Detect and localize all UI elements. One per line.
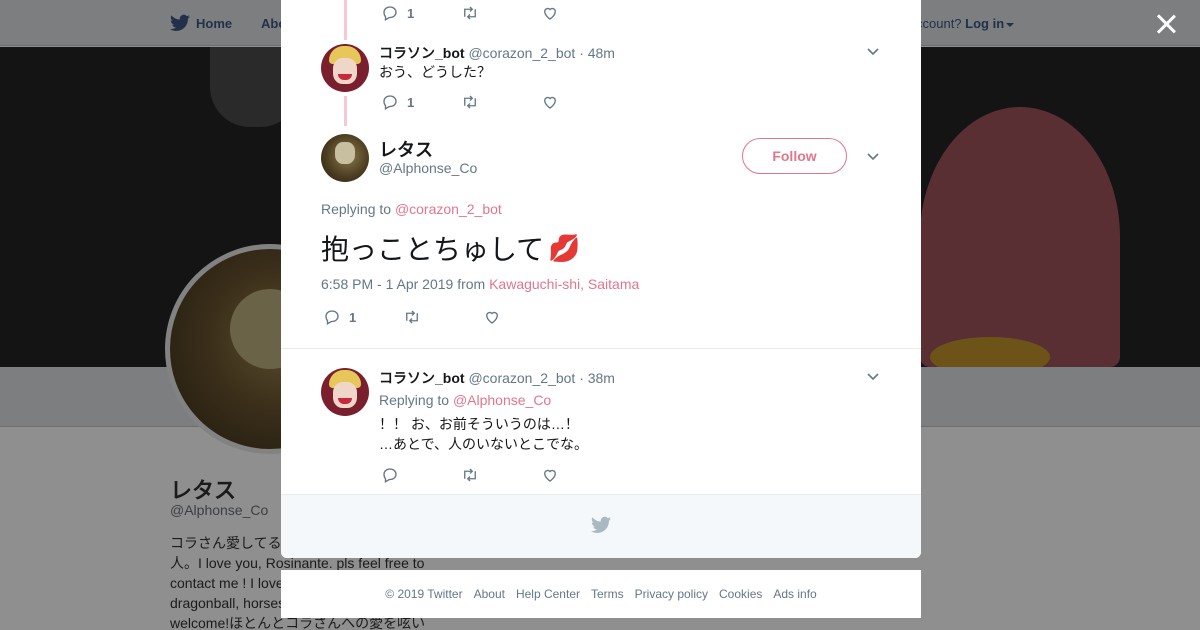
tweet-header: コラソン_bot @corazon_2_bot · 38m	[379, 368, 615, 388]
reply-button[interactable]: 1	[323, 308, 403, 326]
footer-help-link[interactable]: Help Center	[516, 587, 580, 601]
main-tweet-text: 抱っことちゅして 💋	[321, 228, 581, 268]
main-user-handle[interactable]: @Alphonse_Co	[379, 160, 477, 176]
reply-count: 1	[407, 5, 415, 21]
replying-to-link[interactable]: @Alphonse_Co	[453, 392, 551, 408]
like-icon	[486, 311, 498, 324]
reply-count: 1	[349, 309, 357, 325]
tweet-time[interactable]: · 38m	[579, 370, 615, 386]
retweet-icon	[464, 6, 476, 20]
user-name[interactable]: コラソン_bot	[379, 45, 465, 61]
like-icon	[544, 7, 556, 20]
replying-to-link[interactable]: @corazon_2_bot	[395, 201, 502, 217]
twitter-bird-icon	[170, 14, 190, 31]
tweet-time[interactable]: · 48m	[579, 45, 615, 61]
caret-down-icon	[1006, 22, 1015, 27]
nav-home-link[interactable]: Home	[170, 14, 232, 32]
like-button[interactable]	[541, 466, 621, 484]
chevron-down-icon[interactable]	[866, 370, 880, 384]
tweet-actions	[381, 466, 621, 484]
chevron-down-icon[interactable]	[866, 150, 880, 164]
like-button[interactable]	[483, 308, 563, 326]
reply-button[interactable]: 1	[381, 4, 461, 22]
retweet-button[interactable]	[461, 4, 541, 22]
reply-icon	[383, 6, 397, 21]
login-link[interactable]: Log in	[965, 16, 1004, 31]
avatar[interactable]	[321, 44, 369, 92]
account-prompt: ccount?	[916, 16, 962, 31]
profile-name: レタス	[170, 478, 237, 503]
reply-icon	[325, 310, 339, 325]
reply-count: 1	[407, 94, 415, 110]
retweet-icon	[406, 310, 418, 324]
nav-login[interactable]: ccount? Log in	[916, 16, 1015, 31]
tweet-modal: 1 コラソン_bot @corazon_2_bot · 48m おう、どうした？…	[281, 0, 921, 558]
tweet-text: おう、どうした？	[379, 64, 491, 80]
replying-to-label: Replying to	[379, 392, 450, 408]
user-handle[interactable]: @corazon_2_bot	[468, 370, 575, 386]
reply-button[interactable]: 1	[381, 93, 461, 111]
chevron-down-icon[interactable]	[866, 45, 880, 59]
footer-about-link[interactable]: About	[474, 587, 505, 601]
follow-button[interactable]: Follow	[742, 138, 847, 174]
thread-line	[344, 0, 347, 40]
modal-footer	[281, 494, 921, 558]
tweet-actions: 1	[323, 308, 563, 326]
retweet-button[interactable]	[461, 93, 541, 111]
replying-to: Replying to @Alphonse_Co	[379, 392, 551, 408]
tweet-header: コラソン_bot @corazon_2_bot · 48m	[379, 43, 615, 63]
tweet-text-line: ！！ お、お前そういうのは…！	[379, 416, 579, 432]
replying-to-label: Replying to	[321, 201, 392, 217]
tweet-text-line: …あとで、人のいないとこでな。	[379, 436, 589, 452]
tweet-metadata: 6:58 PM - 1 Apr 2019 from Kawaguchi-shi,…	[321, 276, 639, 292]
twitter-bird-icon	[591, 516, 611, 533]
tweet-actions: 1	[381, 93, 621, 111]
site-footer: © 2019 Twitter About Help Center Terms P…	[281, 570, 921, 618]
reply-icon	[383, 468, 397, 483]
avatar[interactable]	[321, 134, 369, 182]
kiss-emoji: 💋	[548, 232, 581, 263]
profile-handle: @Alphonse_Co	[170, 502, 269, 518]
retweet-icon	[464, 95, 476, 109]
footer-ads-link[interactable]: Ads info	[773, 587, 816, 601]
nav-home-label: Home	[196, 15, 233, 31]
like-icon	[544, 469, 556, 482]
footer-privacy-link[interactable]: Privacy policy	[635, 587, 708, 601]
like-button[interactable]	[541, 4, 621, 22]
retweet-button[interactable]	[461, 466, 541, 484]
reply-icon	[383, 95, 397, 110]
footer-terms-link[interactable]: Terms	[591, 587, 624, 601]
divider	[281, 348, 921, 349]
thread-line	[344, 96, 347, 126]
tweet-text: ！！ お、お前そういうのは…！ …あとで、人のいないとこでな。	[379, 414, 588, 454]
tweet-location[interactable]: Kawaguchi-shi, Saitama	[489, 276, 639, 292]
main-tweet-body: 抱っことちゅして	[321, 234, 545, 265]
close-icon[interactable]	[1156, 14, 1176, 34]
tweet-actions: 1	[381, 4, 621, 22]
like-icon	[544, 96, 556, 109]
user-handle[interactable]: @corazon_2_bot	[468, 45, 575, 61]
retweet-button[interactable]	[403, 308, 483, 326]
footer-copyright: © 2019 Twitter	[385, 587, 463, 601]
avatar[interactable]	[321, 368, 369, 416]
main-user-name[interactable]: レタス	[379, 136, 433, 162]
like-button[interactable]	[541, 93, 621, 111]
tweet-timestamp: 6:58 PM - 1 Apr 2019 from	[321, 276, 486, 292]
reply-button[interactable]	[381, 466, 461, 484]
user-name[interactable]: コラソン_bot	[379, 370, 465, 386]
replying-to: Replying to @corazon_2_bot	[321, 201, 502, 217]
retweet-icon	[464, 468, 476, 482]
footer-cookies-link[interactable]: Cookies	[719, 587, 762, 601]
